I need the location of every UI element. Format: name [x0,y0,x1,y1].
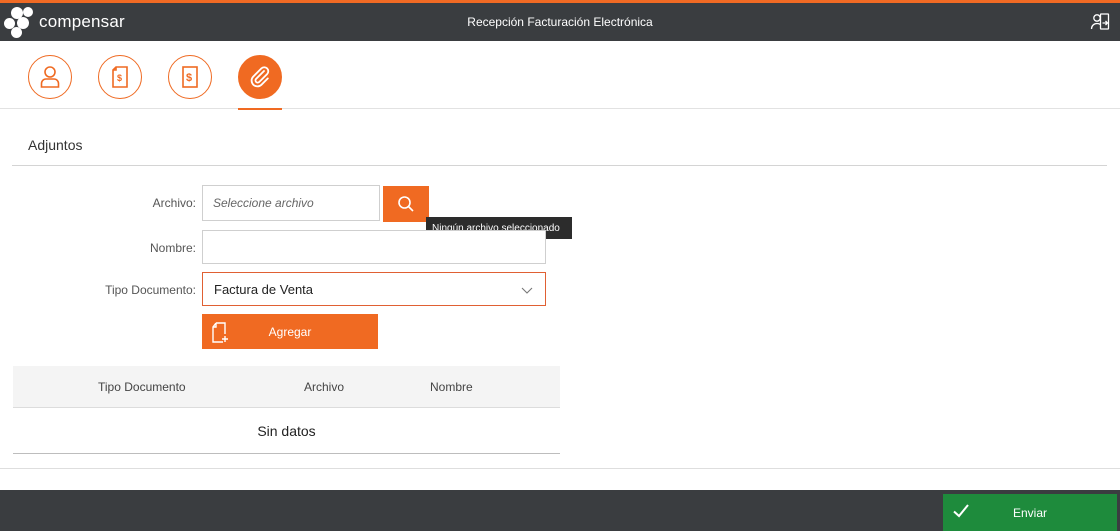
svg-text:$: $ [186,72,192,84]
file-input[interactable]: Seleccione archivo [202,185,380,221]
tipo-documento-select[interactable]: Factura de Venta [202,272,546,306]
browse-file-button[interactable] [383,186,429,222]
app-header: compensar Recepción Facturación Electrón… [0,0,1120,41]
tipo-documento-value: Factura de Venta [214,281,314,297]
invoice-document-icon: $ [112,66,128,88]
active-step-indicator [238,108,282,110]
send-button-label: Enviar [1012,505,1047,520]
dollar-icon: $ [182,66,198,88]
attachments-table-header: Tipo Documento Archivo Nombre [13,366,560,408]
wizard-steps: $ $ [0,41,1120,110]
paperclip-icon [250,66,270,88]
page-title: Recepción Facturación Electrónica [467,15,653,29]
column-archivo: Archivo [304,380,345,394]
section-title: Adjuntos [28,137,83,153]
send-button[interactable]: Enviar [943,494,1117,531]
nombre-field[interactable] [202,230,546,264]
add-attachment-button[interactable]: Agregar [202,314,378,349]
step-payment[interactable]: $ [168,55,212,99]
column-tipo-documento: Tipo Documento [98,380,186,394]
user-icon [40,66,60,88]
content-divider [0,468,1120,469]
add-button-label: Agregar [268,324,312,339]
column-nombre: Nombre [430,380,473,394]
search-icon [398,196,414,212]
step-invoice[interactable]: $ [98,55,142,99]
archivo-label: Archivo: [152,196,196,210]
check-icon [953,504,969,518]
table-empty-state: Sin datos [13,409,560,454]
section-divider [12,165,1107,166]
step-user[interactable] [28,55,72,99]
step-attachments[interactable] [238,55,282,99]
chevron-down-icon [521,287,533,294]
nombre-label: Nombre: [149,241,196,255]
svg-text:$: $ [117,73,122,83]
tipo-documento-label: Tipo Documento: [105,283,196,297]
user-exit-icon[interactable] [1090,12,1110,32]
add-document-icon [212,322,228,343]
